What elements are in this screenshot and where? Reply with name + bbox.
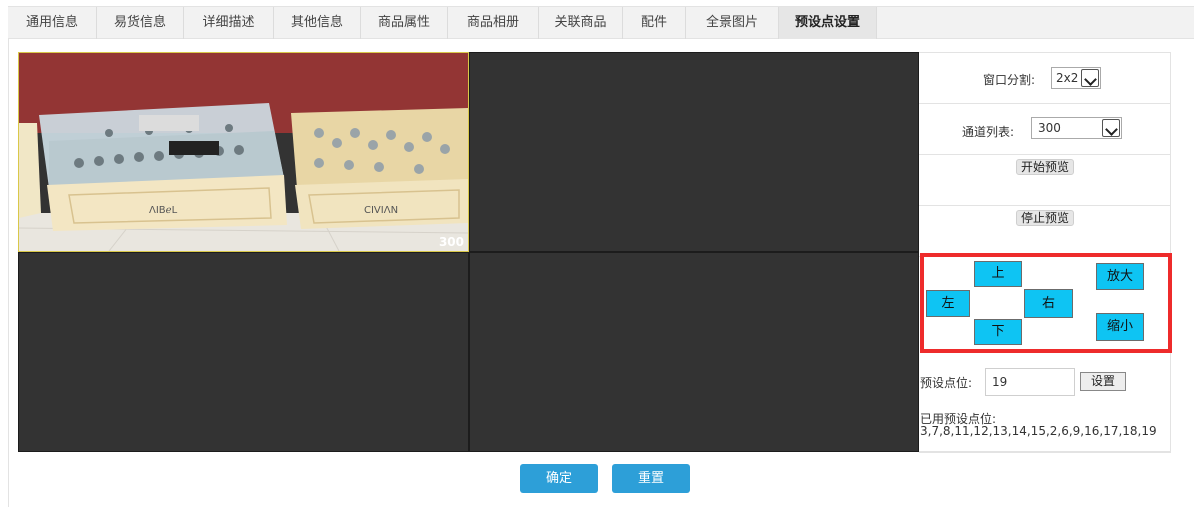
chevron-down-icon: [1102, 119, 1120, 137]
ptz-left-button[interactable]: 左: [926, 290, 970, 317]
start-preview-button[interactable]: 开始预览: [1016, 159, 1075, 175]
video-window-1[interactable]: ΛIBℯL CIVIΛN 300: [18, 52, 469, 252]
tab-product-album[interactable]: 商品相册: [448, 7, 539, 39]
preset-position-input[interactable]: 19: [985, 368, 1075, 396]
panel-bottom-border: [919, 452, 1171, 453]
tab-bar: 通用信息 易货信息 详细描述 其他信息 商品属性 商品相册 关联商品 配件 全景…: [8, 6, 1194, 39]
channel-list-select[interactable]: 300: [1031, 117, 1122, 139]
tab-preset-settings[interactable]: 预设点设置: [779, 7, 877, 39]
tab-product-attributes[interactable]: 商品属性: [361, 7, 448, 39]
tab-detail-description[interactable]: 详细描述: [184, 7, 274, 39]
tab-barter-info[interactable]: 易货信息: [97, 7, 184, 39]
video-window-3[interactable]: [18, 252, 469, 452]
tab-general-info[interactable]: 通用信息: [8, 7, 97, 39]
tab-accessories[interactable]: 配件: [623, 7, 686, 39]
stop-preview-button[interactable]: 停止预览: [1016, 210, 1075, 226]
tab-other-info[interactable]: 其他信息: [274, 7, 361, 39]
ptz-down-button[interactable]: 下: [974, 319, 1022, 345]
stop-preview-row: 停止预览: [919, 206, 1170, 257]
chevron-down-icon: [1081, 69, 1099, 87]
channel-number-label: 300: [438, 235, 464, 249]
start-preview-row: 开始预览: [919, 155, 1170, 206]
zoom-in-button[interactable]: 放大: [1096, 263, 1144, 290]
used-presets-list: 3,7,8,11,12,13,14,15,2,6,9,16,17,18,19: [920, 424, 1157, 438]
set-preset-button[interactable]: 设置: [1080, 372, 1126, 391]
ptz-up-button[interactable]: 上: [974, 261, 1022, 287]
confirm-button[interactable]: 确定: [520, 464, 598, 493]
content-border: [8, 39, 9, 507]
window-split-row: 窗口分割: 2x2: [919, 53, 1170, 104]
ptz-right-button[interactable]: 右: [1024, 289, 1073, 318]
svg-text:ΛIBℯL: ΛIBℯL: [149, 205, 178, 216]
channel-list-row: 通道列表: 300: [919, 104, 1170, 155]
video-window-4[interactable]: [469, 252, 919, 452]
reset-button[interactable]: 重置: [612, 464, 690, 493]
window-split-label: 窗口分割:: [983, 73, 1036, 87]
ptz-control-box: 上 左 右 下 放大 缩小: [920, 253, 1172, 353]
video-window-2[interactable]: [469, 52, 919, 252]
zoom-out-button[interactable]: 缩小: [1096, 313, 1144, 341]
preset-position-label: 预设点位:: [920, 376, 973, 390]
tab-panorama-images[interactable]: 全景图片: [686, 7, 779, 39]
camera-feed-image: ΛIBℯL CIVIΛN: [19, 53, 468, 251]
window-split-value: 2x2: [1056, 71, 1079, 85]
tab-related-products[interactable]: 关联商品: [539, 7, 623, 39]
window-split-select[interactable]: 2x2: [1051, 67, 1101, 89]
channel-list-label: 通道列表:: [962, 125, 1015, 139]
channel-list-value: 300: [1038, 121, 1061, 135]
svg-text:CIVIΛN: CIVIΛN: [364, 205, 398, 216]
video-grid: ΛIBℯL CIVIΛN 300: [18, 52, 919, 452]
